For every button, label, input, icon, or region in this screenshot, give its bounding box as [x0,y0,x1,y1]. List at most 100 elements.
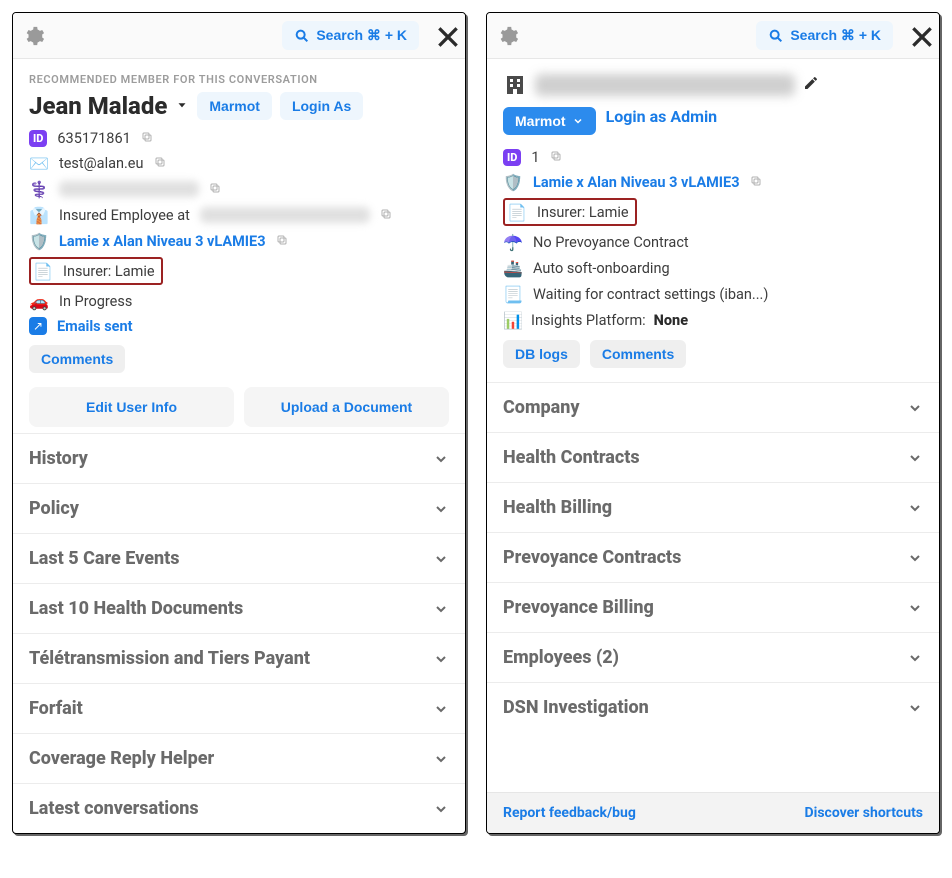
insurer-value: Insurer: Lamie [537,204,629,221]
top-bar: Search ⌘ + K [487,13,939,59]
onboarding-row: 🚢 Auto soft-onboarding [503,258,923,278]
accordion-history[interactable]: History [13,434,465,484]
chevron-down-icon [433,701,449,717]
close-button[interactable] [429,23,455,49]
chevron-down-icon [433,801,449,817]
accordion-health-documents[interactable]: Last 10 Health Documents [13,584,465,634]
no-prevoyance-row: ☂️ No Prevoyance Contract [503,232,923,252]
accordion-label: Last 10 Health Documents [29,598,243,619]
company-title-row [503,73,923,97]
accordion-group: Company Health Contracts Health Billing … [487,382,939,732]
role-row: 👔 Insured Employee at [29,205,449,225]
insights-value: None [654,312,688,329]
contract-settings-row: 📃 Waiting for contract settings (iban...… [503,284,923,304]
login-as-button[interactable]: Login As [280,92,363,120]
plan-link[interactable]: Lamie x Alan Niveau 3 vLAMIE3 [59,233,266,250]
gear-icon[interactable] [497,25,519,47]
edit-user-button[interactable]: Edit User Info [29,387,234,427]
no-prevoyance-text: No Prevoyance Contract [533,234,689,251]
insurer-value: Insurer: Lamie [63,263,155,280]
copy-icon[interactable] [276,233,288,250]
accordion-label: Employees (2) [503,647,619,668]
copy-icon[interactable] [750,174,762,191]
accordion-company[interactable]: Company [487,383,939,433]
top-bar: Search ⌘ + K [13,13,465,59]
search-button[interactable]: Search ⌘ + K [756,21,893,50]
id-badge-icon: ID [503,149,521,166]
emails-row: ↗ Emails sent [29,317,449,335]
recommendation-label: RECOMMENDED MEMBER FOR THIS CONVERSATION [29,73,449,86]
copy-icon[interactable] [380,207,392,224]
chevron-down-icon [907,500,923,516]
accordion-label: Prevoyance Contracts [503,547,681,568]
action-buttons: Edit User Info Upload a Document [29,387,449,427]
accordion-prevoyance-contracts[interactable]: Prevoyance Contracts [487,533,939,583]
plan-row: 🛡️ Lamie x Alan Niveau 3 vLAMIE3 [29,231,449,251]
accordion-label: Coverage Reply Helper [29,748,214,769]
title-row: Jean Malade Marmot Login As [29,92,449,120]
accordion-label: Télétransmission and Tiers Payant [29,648,310,669]
accordion-policy[interactable]: Policy [13,484,465,534]
marmot-dropdown[interactable]: Marmot [503,107,596,135]
login-as-admin-link[interactable]: Login as Admin [606,107,718,135]
accordion-prevoyance-billing[interactable]: Prevoyance Billing [487,583,939,633]
comments-button[interactable]: Comments [590,340,686,368]
copy-icon[interactable] [550,149,562,166]
comments-button[interactable]: Comments [29,345,125,373]
chevron-down-icon [433,501,449,517]
db-logs-button[interactable]: DB logs [503,340,580,368]
mail-icon: ✉️ [29,153,49,173]
marmot-label: Marmot [515,113,566,129]
copy-icon[interactable] [141,130,153,147]
chevron-down-icon [433,451,449,467]
accordion-label: DSN Investigation [503,697,649,718]
id-value: 1 [531,149,539,166]
ssn-row: ⚕️ [29,179,449,199]
member-panel: Search ⌘ + K RECOMMENDED MEMBER FOR THIS… [12,12,466,834]
accordion-teletransmission[interactable]: Télétransmission and Tiers Payant [13,634,465,684]
chevron-down-icon [433,751,449,767]
copy-icon[interactable] [209,181,221,198]
plan-link[interactable]: Lamie x Alan Niveau 3 vLAMIE3 [533,174,740,191]
accordion-forfait[interactable]: Forfait [13,684,465,734]
accordion-label: Prevoyance Billing [503,597,654,618]
accordion-care-events[interactable]: Last 5 Care Events [13,534,465,584]
close-icon [909,24,935,50]
role-prefix: Insured Employee at [59,207,190,224]
accordion-employees[interactable]: Employees (2) [487,633,939,683]
marmot-button[interactable]: Marmot [197,92,272,120]
emails-sent-link[interactable]: Emails sent [57,318,133,335]
shield-icon: 🛡️ [29,231,49,251]
chart-icon: 📊 [503,310,523,330]
accordion-label: Company [503,397,580,418]
chevron-down-icon [907,600,923,616]
search-button[interactable]: Search ⌘ + K [282,21,419,50]
accordion-latest-conversations[interactable]: Latest conversations [13,784,465,833]
chevron-down-icon [907,550,923,566]
building-icon [503,73,527,97]
search-icon [294,28,310,44]
accordion-health-billing[interactable]: Health Billing [487,483,939,533]
caret-down-icon[interactable] [175,97,189,116]
accordion-health-contracts[interactable]: Health Contracts [487,433,939,483]
email-value: test@alan.eu [59,155,144,172]
panel-content: Marmot Login as Admin ID 1 🛡️ Lamie x Al… [487,59,939,792]
copy-icon[interactable] [154,155,166,172]
report-feedback-link[interactable]: Report feedback/bug [503,805,636,821]
insights-label: Insights Platform: [531,312,646,329]
discover-shortcuts-link[interactable]: Discover shortcuts [805,805,923,821]
close-button[interactable] [903,23,929,49]
accordion-coverage-reply[interactable]: Coverage Reply Helper [13,734,465,784]
accordion-dsn-investigation[interactable]: DSN Investigation [487,683,939,732]
accordion-label: History [29,448,88,469]
company-panel: Search ⌘ + K Marmot Login as Admin ID [486,12,940,834]
chevron-down-icon [907,650,923,666]
upload-document-button[interactable]: Upload a Document [244,387,449,427]
redacted-company[interactable] [200,207,370,223]
status-value: In Progress [59,293,132,310]
chevron-down-icon [907,450,923,466]
chevron-down-icon [433,601,449,617]
gear-icon[interactable] [23,25,45,47]
edit-icon[interactable] [803,75,819,95]
company-info-list: ID 1 🛡️ Lamie x Alan Niveau 3 vLAMIE3 📄 … [503,149,923,330]
